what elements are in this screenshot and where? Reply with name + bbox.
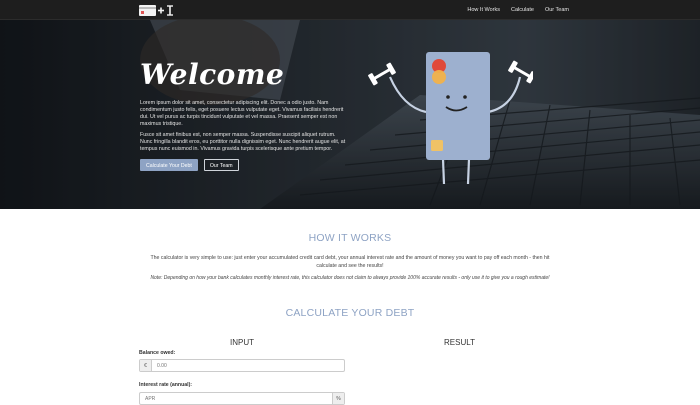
hero-title: Welcome [140, 58, 285, 91]
hero-paragraph-1: Lorem ipsum dolor sit amet, consectetur … [140, 100, 344, 127]
balance-input[interactable] [152, 360, 344, 371]
how-it-works-note: Note: Depending on how your bank calcula… [150, 275, 550, 281]
hero-background-image [0, 20, 700, 209]
input-heading: INPUT [230, 338, 254, 347]
credit-card-mascot-icon [368, 52, 533, 185]
nav-links: How It Works Calculate Our Team [456, 0, 569, 20]
balance-input-group: € [139, 359, 345, 372]
result-heading: RESULT [444, 338, 475, 347]
hero-buttons: Calculate Your Debt Our Team [140, 159, 348, 171]
hero-section: Welcome Lorem ipsum dolor sit amet, cons… [0, 20, 700, 209]
nav-link-how-it-works[interactable]: How It Works [467, 7, 500, 13]
nav-link-calculate[interactable]: Calculate [511, 7, 534, 13]
how-it-works-title: HOW IT WORKS [308, 232, 392, 244]
navbar: How It Works Calculate Our Team [0, 0, 700, 20]
our-team-button[interactable]: Our Team [203, 159, 239, 171]
nav-link-our-team[interactable]: Our Team [545, 7, 569, 13]
interest-rate-label: Interest rate (annual): [139, 382, 193, 388]
balance-label: Balance owed: [139, 350, 176, 356]
euro-addon: € [140, 360, 152, 371]
how-it-works-text: The calculator is very simple to use: ju… [150, 255, 550, 269]
calculate-title: CALCULATE YOUR DEBT [285, 307, 415, 319]
interest-rate-input[interactable] [140, 393, 332, 404]
logo-icon[interactable] [139, 4, 173, 17]
calculate-your-debt-button[interactable]: Calculate Your Debt [140, 159, 198, 171]
percent-addon: % [332, 393, 344, 404]
hero-content: Welcome Lorem ipsum dolor sit amet, cons… [140, 60, 348, 171]
interest-input-group: % [139, 392, 345, 405]
hero-paragraph-2: Fusce sit amet finibus est, non semper m… [140, 132, 346, 152]
